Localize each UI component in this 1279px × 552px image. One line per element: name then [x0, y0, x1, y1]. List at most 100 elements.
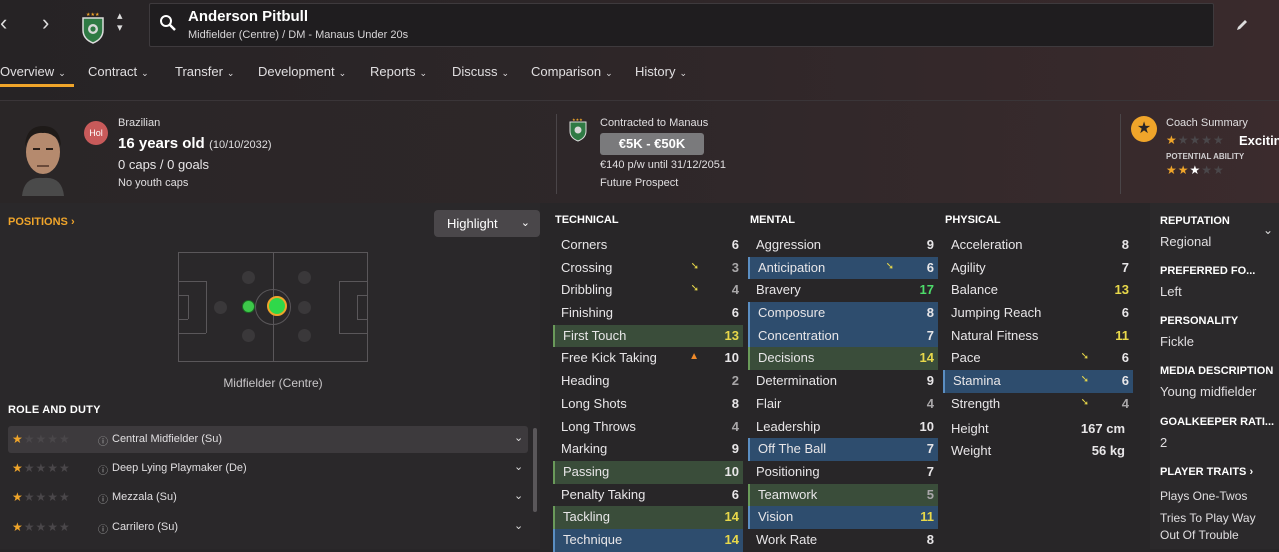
roles-scrollbar[interactable] [533, 428, 537, 512]
trait-item: Out Of Trouble [1160, 528, 1239, 542]
attr-name: Technique [563, 531, 623, 547]
attr-stamina[interactable]: Stamina ➘ 6 [943, 370, 1133, 393]
role-row[interactable]: ★★★★★ ⓘ Carrilero (Su) ⌄ [8, 514, 528, 541]
attr-name: Long Throws [561, 418, 636, 434]
attr-acceleration[interactable]: Acceleration 8 [943, 234, 1133, 257]
chevron-down-icon[interactable]: ⌄ [514, 431, 523, 444]
search-icon[interactable] [159, 14, 177, 32]
info-icon[interactable]: ⓘ [98, 491, 108, 506]
attr-value: 7 [926, 463, 934, 479]
positions-header[interactable]: POSITIONS › [8, 216, 75, 228]
attr-natural-fitness[interactable]: Natural Fitness 11 [943, 325, 1133, 348]
attr-off-the-ball[interactable]: Off The Ball 7 [748, 438, 938, 461]
edit-pencil-icon[interactable] [1235, 18, 1249, 32]
attr-balance[interactable]: Balance 13 [943, 279, 1133, 302]
back-arrow-icon[interactable]: ‹ [0, 10, 7, 36]
attr-first-touch[interactable]: First Touch 13 [553, 324, 743, 348]
chevron-down-icon: ⌄ [520, 217, 530, 229]
attr-concentration[interactable]: Concentration 7 [748, 324, 938, 348]
role-stars: ★★★★★ [12, 490, 71, 504]
media-description-header: MEDIA DESCRIPTION [1160, 365, 1274, 377]
chevron-down-icon[interactable]: ⌄ [514, 519, 523, 532]
role-row[interactable]: ★★★★★ ⓘ Mezzala (Su) ⌄ [8, 484, 528, 511]
role-row[interactable]: ★★★★★ ⓘ Central Midfielder (Su) ⌄ [8, 426, 528, 453]
role-row[interactable]: ★★★★★ ⓘ Deep Lying Playmaker (De) ⌄ [8, 455, 528, 482]
tab-overview[interactable]: Overview ⌄ [0, 64, 66, 79]
info-icon[interactable]: ⓘ [98, 521, 108, 536]
attr-name: Bravery [756, 282, 801, 298]
current-ability-stars: ★★★★★ [1166, 133, 1225, 147]
tab-transfer[interactable]: Transfer ⌄ [175, 64, 234, 79]
tab-reports[interactable]: Reports ⌄ [370, 64, 427, 79]
primary-position-dot [267, 296, 287, 316]
tab-comparison[interactable]: Comparison ⌄ [531, 64, 613, 79]
technical-header: TECHNICAL [555, 214, 619, 226]
attr-free-kick-taking[interactable]: Free Kick Taking ▲ 10 [553, 347, 743, 370]
attr-value: 14 [919, 350, 934, 366]
mental-column: MENTAL Aggression 9 Anticipation ➘ 6 Braver… [748, 214, 938, 552]
attr-name: Weight [951, 442, 992, 458]
attr-name: Flair [756, 395, 782, 411]
role-stars: ★★★★★ [12, 461, 71, 475]
player-switch-icon[interactable]: ▴ ▾ [117, 10, 123, 34]
attr-agility[interactable]: Agility 7 [943, 257, 1133, 280]
tab-development[interactable]: Development ⌄ [258, 64, 346, 79]
player-subtitle: Midfielder (Centre) / DM - Manaus Under … [188, 29, 409, 41]
attr-teamwork[interactable]: Teamwork 5 [748, 483, 938, 507]
attr-value: 2 [731, 373, 739, 389]
attr-value: 8 [926, 305, 934, 321]
player-traits-header[interactable]: PLAYER TRAITS › [1160, 466, 1253, 478]
highlight-dropdown[interactable]: Highlight ⌄ [434, 210, 540, 237]
attr-passing[interactable]: Passing 10 [553, 460, 743, 484]
attr-aggression[interactable]: Aggression 9 [748, 234, 938, 257]
tab-discuss[interactable]: Discuss ⌄ [452, 64, 509, 79]
attr-long-shots[interactable]: Long Shots 8 [553, 393, 743, 416]
attr-name: Stamina [953, 373, 1001, 389]
chevron-down-icon: ⌄ [338, 68, 347, 78]
attr-leadership[interactable]: Leadership 10 [748, 416, 938, 439]
attr-marking[interactable]: Marking 9 [553, 438, 743, 461]
attr-bravery[interactable]: Bravery 17 [748, 279, 938, 302]
attr-flair[interactable]: Flair 4 [748, 393, 938, 416]
reputation-header: REPUTATION [1160, 215, 1230, 227]
attr-penalty-taking[interactable]: Penalty Taking 6 [553, 484, 743, 507]
trend-down-arrow-icon: ➘ [1080, 351, 1089, 363]
attr-jumping-reach[interactable]: Jumping Reach 6 [943, 302, 1133, 325]
attr-pace[interactable]: Pace ➘ 6 [943, 347, 1133, 370]
info-icon[interactable]: ⓘ [98, 433, 108, 448]
attr-work-rate[interactable]: Work Rate 8 [748, 529, 938, 552]
chevron-down-icon[interactable]: ⌄ [514, 489, 523, 502]
tab-history[interactable]: History ⌄ [635, 64, 687, 79]
attr-name: Tackling [563, 509, 610, 525]
attr-dribbling[interactable]: Dribbling ➘ 4 [553, 279, 743, 302]
attr-name: Height [951, 420, 989, 436]
attr-name: Acceleration [951, 237, 1023, 252]
attr-anticipation[interactable]: Anticipation ➘ 6 [748, 256, 938, 280]
attr-decisions[interactable]: Decisions 14 [748, 347, 938, 371]
chevron-down-icon[interactable]: ⌄ [514, 460, 523, 473]
attr-composure[interactable]: Composure 8 [748, 302, 938, 325]
attr-determination[interactable]: Determination 9 [748, 370, 938, 393]
attr-name: Crossing [561, 259, 613, 275]
attr-positioning[interactable]: Positioning 7 [748, 461, 938, 484]
attr-strength[interactable]: Strength ➘ 4 [943, 393, 1133, 416]
attr-corners[interactable]: Corners 6 [553, 234, 743, 257]
attr-name: Decisions [758, 350, 815, 366]
attr-long-throws[interactable]: Long Throws 4 [553, 416, 743, 439]
player-name: Anderson Pitbull [188, 8, 308, 25]
attr-crossing[interactable]: Crossing ➘ 3 [553, 257, 743, 280]
attr-heading[interactable]: Heading 2 [553, 370, 743, 393]
attr-technique[interactable]: Technique 14 [553, 528, 743, 552]
chevron-down-icon[interactable]: ⌄ [1263, 223, 1273, 237]
tab-contract[interactable]: Contract ⌄ [88, 64, 149, 79]
attr-name: Corners [561, 237, 608, 252]
attr-finishing[interactable]: Finishing 6 [553, 302, 743, 325]
attr-vision[interactable]: Vision 11 [748, 506, 938, 529]
attr-value: 9 [926, 373, 934, 389]
attr-value: 6 [731, 305, 739, 321]
info-icon[interactable]: ⓘ [98, 462, 108, 477]
attr-tackling[interactable]: Tackling 14 [553, 506, 743, 529]
attr-value: 3 [731, 259, 739, 275]
nationality: Brazilian [118, 117, 161, 129]
forward-arrow-icon[interactable]: › [42, 10, 49, 36]
